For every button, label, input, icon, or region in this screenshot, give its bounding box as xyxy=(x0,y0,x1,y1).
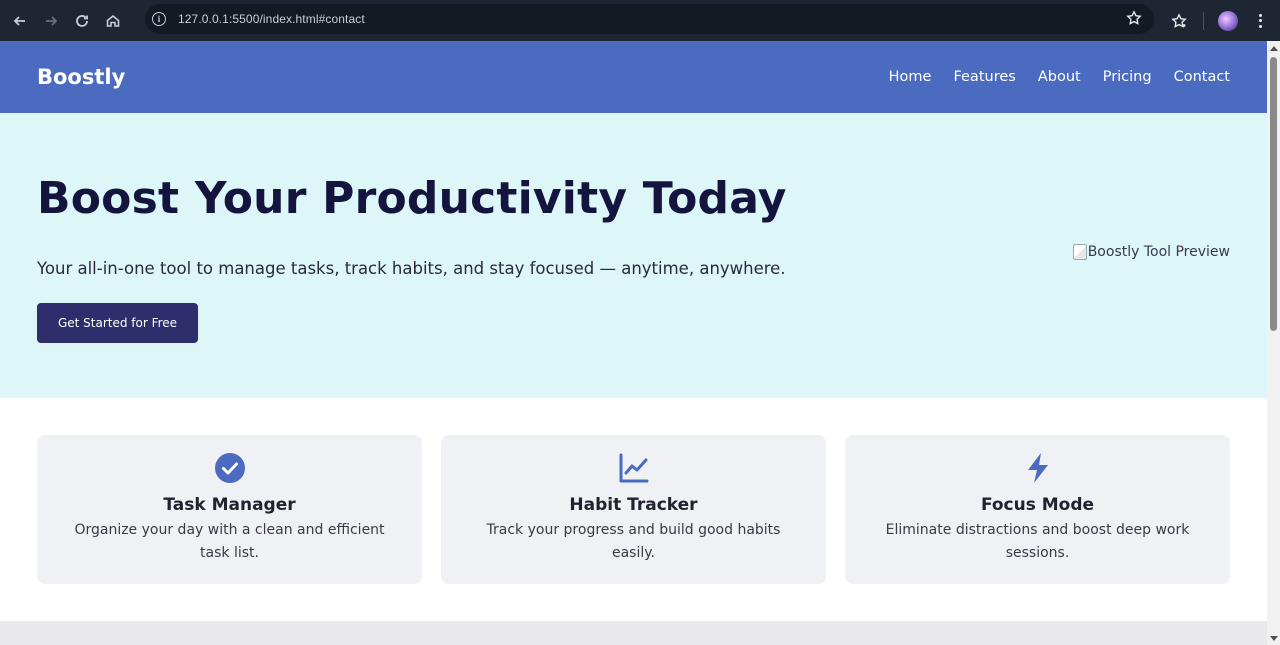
chart-line-icon xyxy=(619,453,648,483)
site-header: Boostly Home Features About Pricing Cont… xyxy=(0,41,1267,113)
reload-icon[interactable] xyxy=(71,10,93,32)
site-nav: Home Features About Pricing Contact xyxy=(889,69,1230,85)
page-scrollbar[interactable] xyxy=(1267,41,1280,645)
next-section-edge xyxy=(0,621,1267,645)
nav-link-features[interactable]: Features xyxy=(953,69,1015,85)
browser-toolbar: i 127.0.0.1:5500/index.html#contact xyxy=(0,0,1280,41)
feature-description: Organize your day with a clean and effic… xyxy=(74,522,385,561)
feature-title: Task Manager xyxy=(163,495,296,515)
bookmark-star-icon[interactable] xyxy=(1126,10,1142,26)
hero-image-alt: Boostly Tool Preview xyxy=(1087,244,1230,260)
address-bar[interactable]: i 127.0.0.1:5500/index.html#contact xyxy=(145,4,1154,34)
nav-link-about[interactable]: About xyxy=(1038,69,1081,85)
hero-title: Boost Your Productivity Today xyxy=(37,173,787,224)
hero-subtitle: Your all-in-one tool to manage tasks, tr… xyxy=(37,259,786,278)
bolt-icon xyxy=(1027,453,1048,483)
extensions-icon[interactable] xyxy=(1171,12,1187,29)
feature-card-focus-mode: Focus Mode Eliminate distractions and bo… xyxy=(845,435,1230,584)
back-icon[interactable] xyxy=(9,10,31,32)
scrollbar-thumb[interactable] xyxy=(1270,57,1277,331)
feature-title: Habit Tracker xyxy=(569,495,698,515)
scroll-down-arrow-icon[interactable] xyxy=(1270,636,1278,641)
site-logo[interactable]: Boostly xyxy=(37,65,125,89)
nav-link-pricing[interactable]: Pricing xyxy=(1103,69,1152,85)
feature-card-habit-tracker: Habit Tracker Track your progress and bu… xyxy=(441,435,826,584)
browser-menu-icon[interactable] xyxy=(1252,13,1268,29)
nav-link-home[interactable]: Home xyxy=(889,69,932,85)
feature-description: Eliminate distractions and boost deep wo… xyxy=(885,522,1190,561)
forward-icon[interactable] xyxy=(40,10,62,32)
toolbar-divider xyxy=(1203,11,1204,30)
features-section: Task Manager Organize your day with a cl… xyxy=(0,398,1267,621)
url-text[interactable]: 127.0.0.1:5500/index.html#contact xyxy=(178,12,365,26)
get-started-button[interactable]: Get Started for Free xyxy=(37,303,198,343)
home-icon[interactable] xyxy=(102,10,124,32)
feature-title: Focus Mode xyxy=(980,495,1095,515)
page-viewport: Boostly Home Features About Pricing Cont… xyxy=(0,41,1267,645)
hero-image-placeholder: Boostly Tool Preview xyxy=(1072,244,1230,260)
hero-section: Boost Your Productivity Today Your all-i… xyxy=(0,113,1267,398)
broken-image-icon xyxy=(1072,244,1087,260)
site-info-icon[interactable]: i xyxy=(152,12,166,26)
check-circle-icon xyxy=(214,453,245,483)
nav-link-contact[interactable]: Contact xyxy=(1174,69,1230,85)
profile-avatar[interactable] xyxy=(1218,10,1238,31)
feature-description: Track your progress and build good habit… xyxy=(486,522,781,561)
scroll-up-arrow-icon[interactable] xyxy=(1270,46,1278,51)
feature-card-task-manager: Task Manager Organize your day with a cl… xyxy=(37,435,422,584)
